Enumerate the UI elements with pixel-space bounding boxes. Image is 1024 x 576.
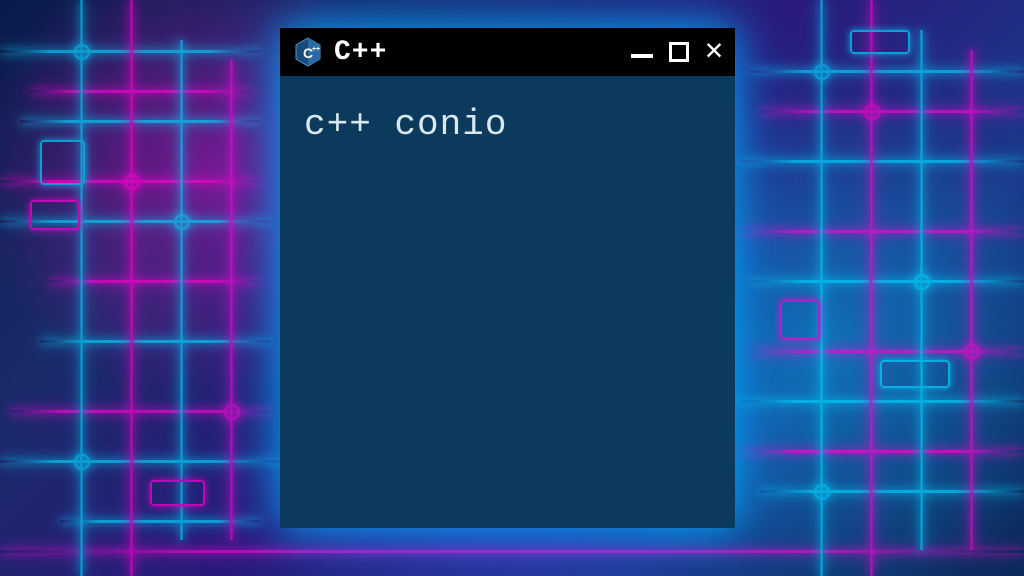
window-controls: ✕ [631, 37, 723, 67]
minimize-button[interactable] [631, 46, 653, 58]
maximize-icon [669, 42, 689, 62]
window-content: c++ conio [280, 76, 735, 173]
close-button[interactable]: ✕ [705, 37, 723, 67]
svg-text:+: + [316, 46, 320, 53]
titlebar[interactable]: C + + C++ ✕ [280, 28, 735, 76]
window-title: C++ [334, 37, 621, 68]
content-text: c++ conio [304, 104, 711, 145]
application-window: C + + C++ ✕ c++ conio [280, 28, 735, 528]
cpp-logo-icon: C + + [292, 36, 324, 68]
maximize-button[interactable] [669, 42, 689, 62]
close-icon: ✕ [705, 37, 723, 67]
minimize-icon [631, 54, 653, 58]
